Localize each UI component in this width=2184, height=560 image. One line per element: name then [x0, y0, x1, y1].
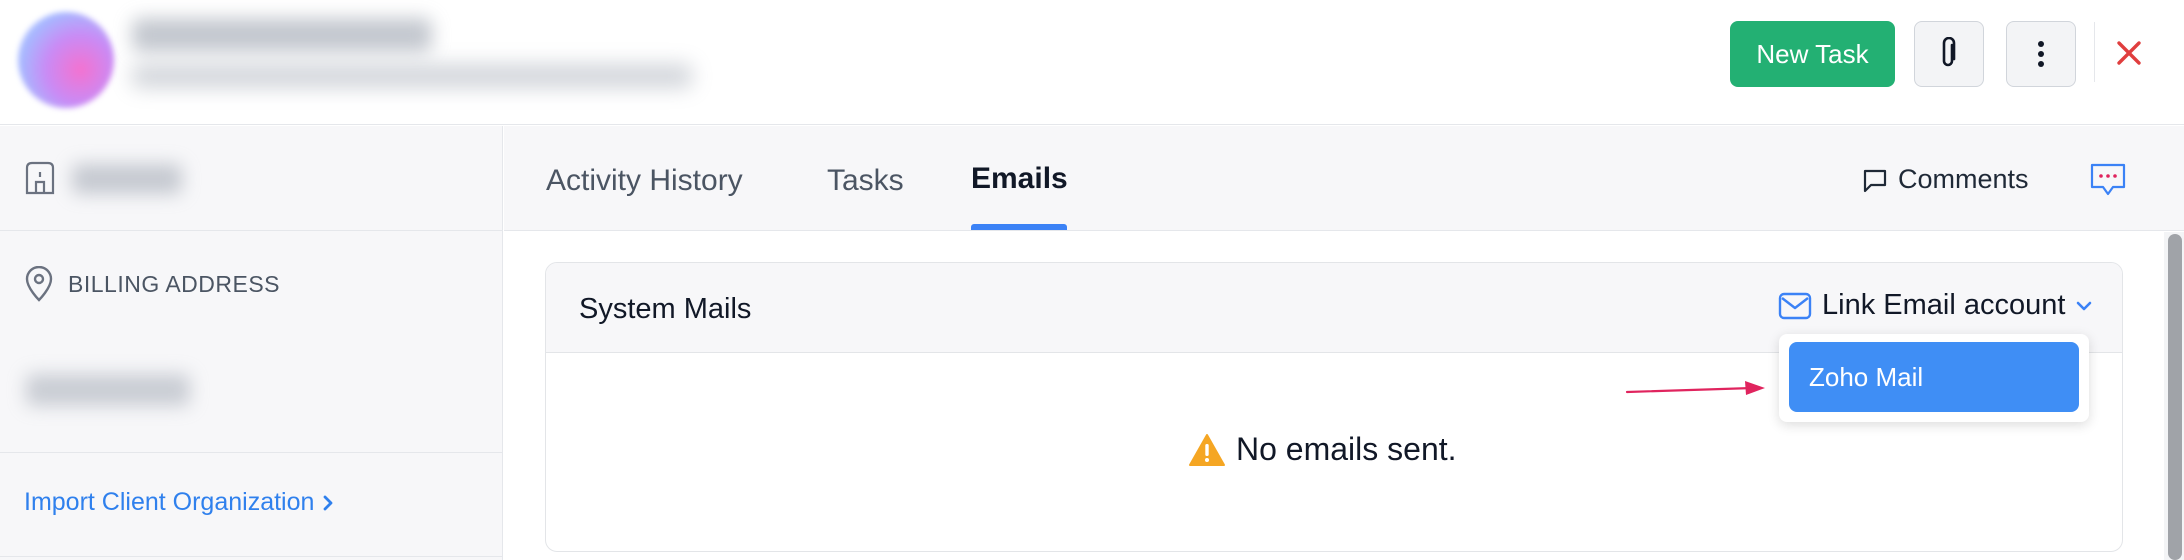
- more-options-button[interactable]: [2006, 21, 2076, 87]
- active-tab-indicator: [971, 224, 1067, 230]
- attach-button[interactable]: [1914, 21, 1984, 87]
- link-email-account-button[interactable]: Link Email account: [1778, 289, 2093, 322]
- sidebar-divider-bottom: [0, 556, 502, 557]
- comment-icon: [1863, 169, 1887, 192]
- chat-panel-icon[interactable]: [2089, 162, 2127, 198]
- redacted-client-details: [132, 64, 692, 88]
- empty-state: No emails sent.: [1188, 431, 1457, 468]
- building-icon: [25, 161, 55, 195]
- location-pin-icon: [25, 266, 53, 302]
- header-divider: [2094, 22, 2095, 82]
- card-title: System Mails: [579, 293, 752, 325]
- sidebar-divider: [0, 452, 502, 453]
- dropdown-option-zoho-mail[interactable]: Zoho Mail: [1789, 342, 2079, 412]
- tab-bar: Activity History Tasks Emails Comments: [504, 126, 2184, 231]
- empty-message: No emails sent.: [1236, 431, 1457, 467]
- comments-button[interactable]: Comments: [1862, 164, 2029, 195]
- envelope-icon: [1778, 292, 1812, 319]
- tab-activity-history[interactable]: Activity History: [546, 164, 743, 198]
- email-provider-dropdown: Zoho Mail: [1779, 334, 2089, 422]
- client-type-row: [0, 126, 502, 231]
- annotation-arrow: [1625, 381, 1765, 395]
- record-header: New Task: [0, 0, 2184, 125]
- tab-emails[interactable]: Emails: [971, 162, 1068, 196]
- new-task-button[interactable]: New Task: [1730, 21, 1895, 87]
- redacted-client-name: [132, 18, 432, 52]
- redacted-billing-address: [26, 374, 190, 406]
- chevron-right-icon: [324, 495, 333, 510]
- link-email-label: Link Email account: [1822, 289, 2066, 321]
- close-button[interactable]: [2112, 36, 2146, 70]
- import-link-label: Import Client Organization: [24, 488, 315, 516]
- chevron-down-icon: [2077, 301, 2092, 310]
- close-icon: [2117, 41, 2141, 65]
- scrollbar-thumb[interactable]: [2168, 234, 2182, 560]
- billing-address-label: BILLING ADDRESS: [68, 271, 281, 297]
- client-sidebar: BILLING ADDRESS Import Client Organizati…: [0, 126, 503, 560]
- comments-label: Comments: [1898, 164, 2029, 194]
- import-client-organization-link[interactable]: Import Client Organization: [24, 488, 334, 517]
- vertical-dots-icon: [2038, 41, 2044, 67]
- redacted-client-type: [72, 164, 182, 194]
- tab-tasks[interactable]: Tasks: [827, 164, 904, 198]
- paperclip-icon: [1942, 37, 1956, 67]
- avatar: [18, 12, 114, 108]
- warning-icon: [1189, 433, 1225, 466]
